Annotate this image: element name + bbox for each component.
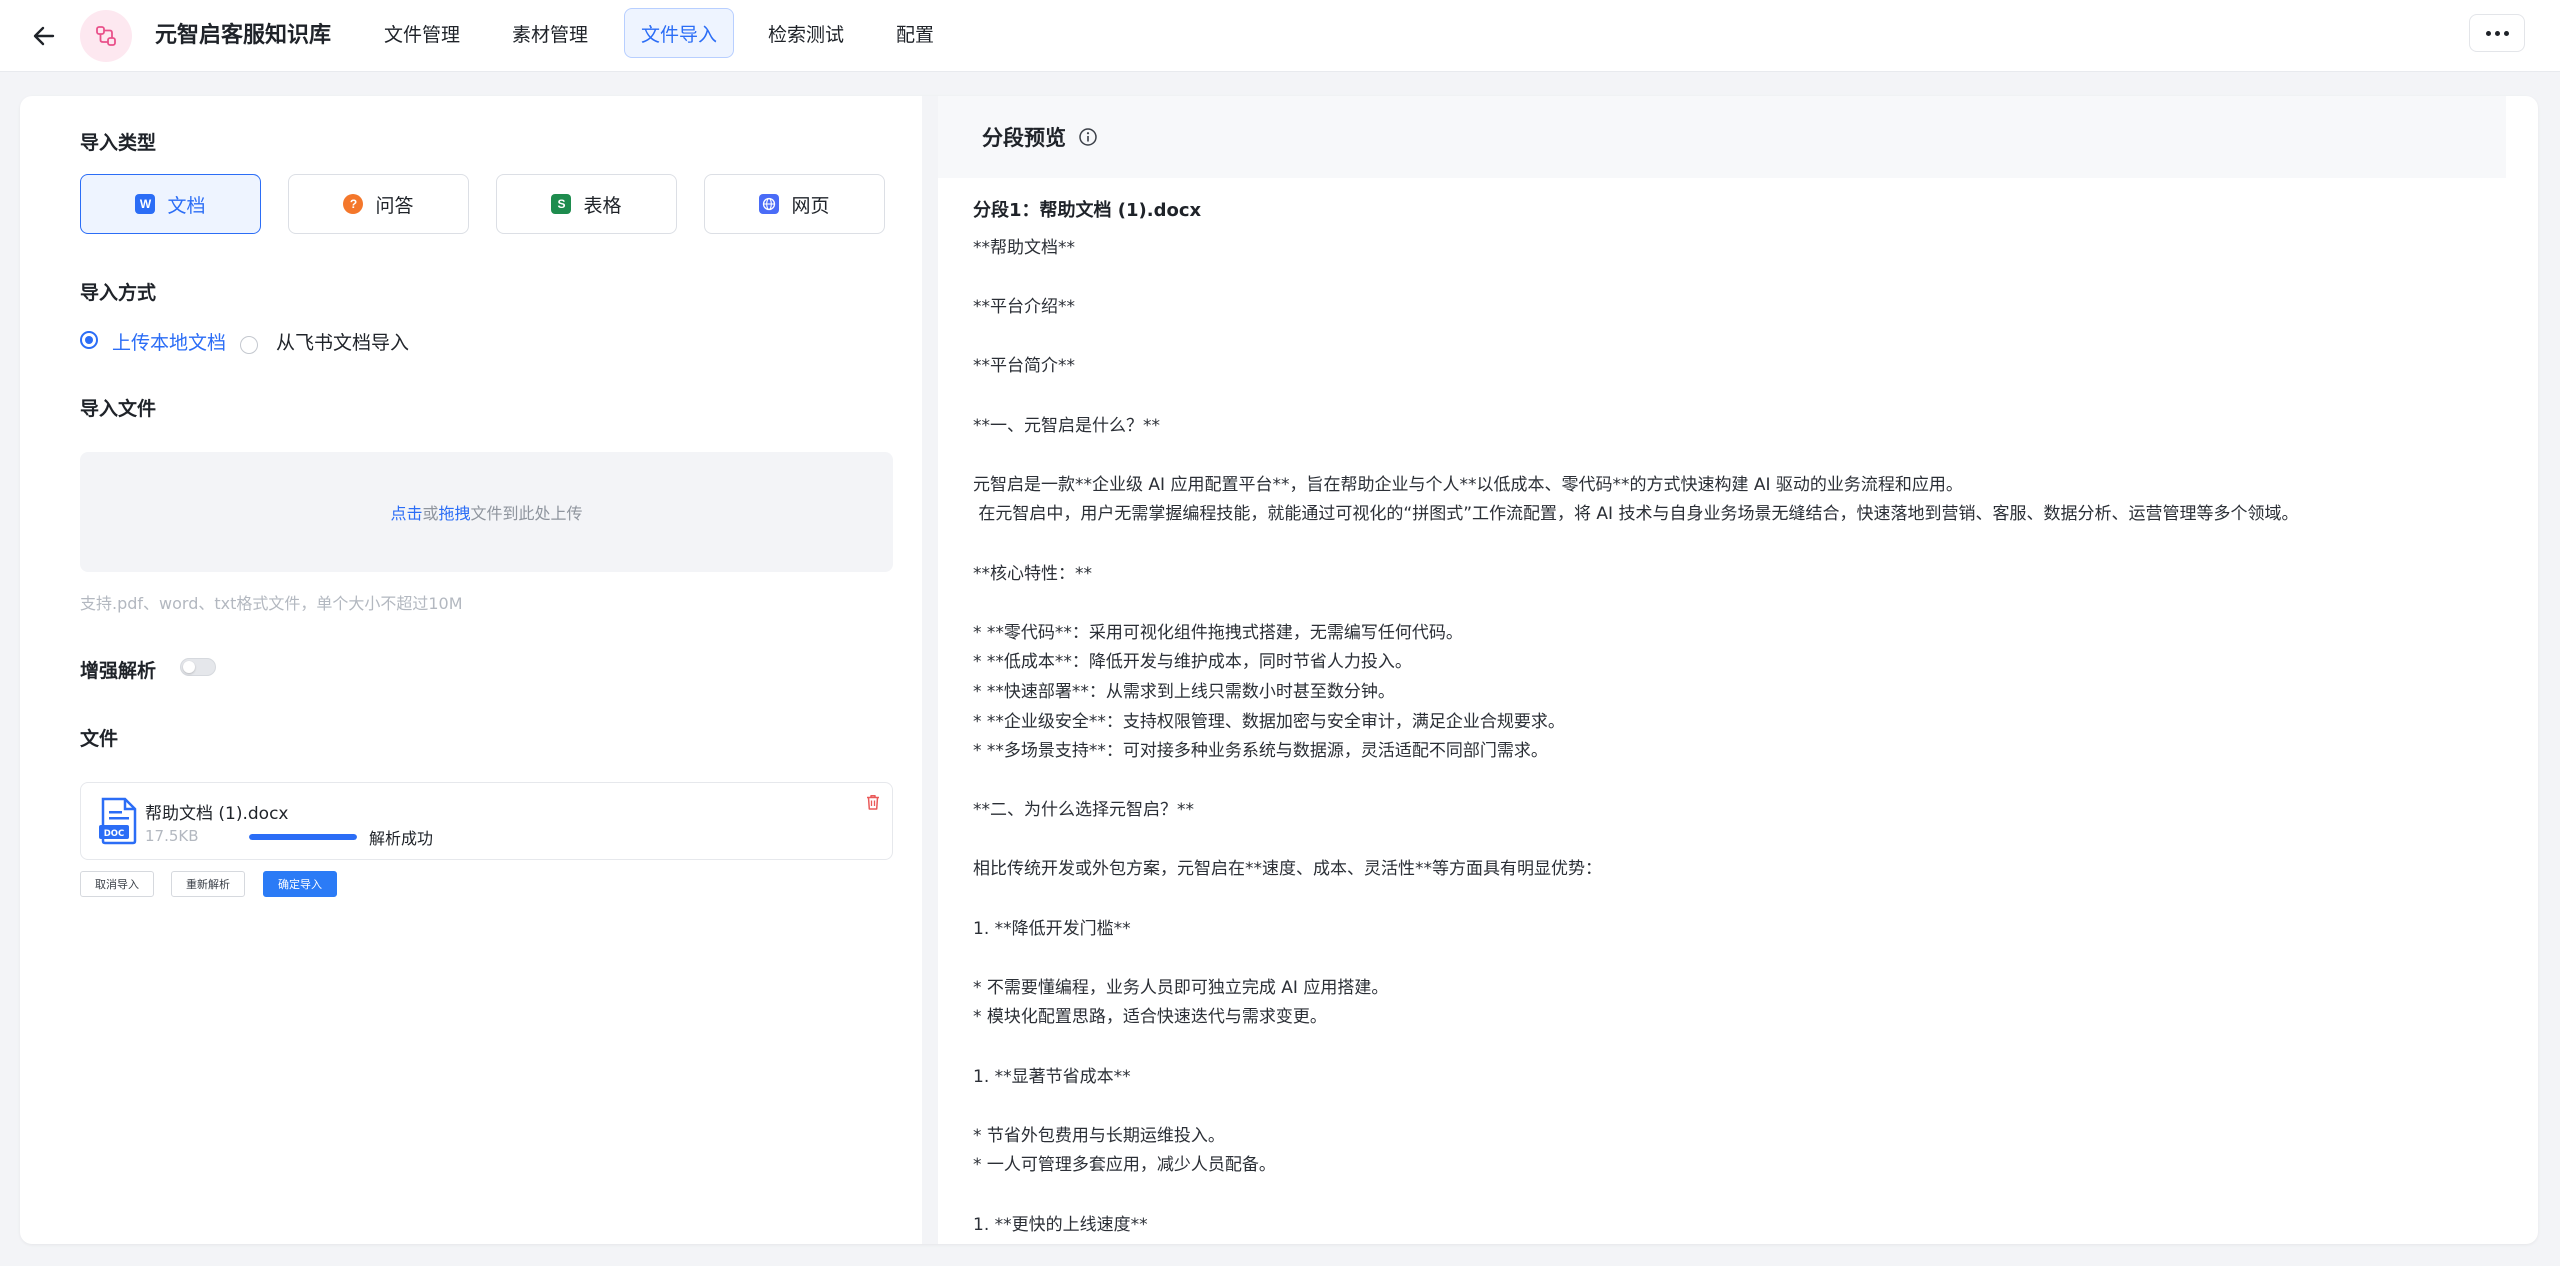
tab-retrieval-test[interactable]: 检索测试 [752,8,860,58]
segment-preview-content: 分段1：帮助文档 (1).docx **帮助文档** **平台介绍** **平台简介… [938,178,2506,1244]
more-dots-icon [2485,30,2491,36]
segment-line [973,441,2493,471]
segment-line [973,885,2493,915]
parse-status: 解析成功 [369,829,434,848]
more-options-button[interactable] [2469,14,2525,52]
enhance-parse-label: 增强解析 [80,660,157,682]
segment-line [973,323,2493,353]
top-bar: 元智启客服知识库 文件管理 素材管理 文件导入 检索测试 配置 [0,0,2560,72]
file-name: 帮助文档 (1).docx [145,804,289,824]
app-logo [80,10,132,62]
type-qa-card[interactable]: ? 问答 [288,174,469,234]
type-sheet-label: 表格 [583,194,622,217]
type-webpage-card[interactable]: 网页 [704,174,885,234]
segment-line: **平台简介** [973,356,1075,377]
svg-text:DOC: DOC [104,829,125,839]
main-card: 导入类型 W 文档 ? 问答 S 表格 网页 导入方式 上传本地文档 从飞书文档… [20,96,2538,1244]
app-title: 元智启客服知识库 [155,23,332,48]
enhance-parse-toggle[interactable] [180,658,216,676]
segment-line: 在元智启中，用户无需掌握编程技能，就能通过可视化的“拼图式”工作流配置，将 AI… [973,504,2299,525]
docx-file-icon: DOC [99,797,137,845]
segment-line [973,1033,2493,1063]
segment-line: 1. **显著节省成本** [973,1066,1131,1087]
segment-line: **核心特性：** [973,563,1092,584]
reparse-button[interactable]: 重新解析 [171,871,245,897]
tab-material-management[interactable]: 素材管理 [496,8,604,58]
segment-line: * 一人可管理多套应用，减少人员配备。 [973,1155,1276,1176]
segment-line: 相比传统开发或外包方案，元智启在**速度、成本、灵活性**等方面具有明显优势： [973,859,1602,880]
segment-line: * **低成本**：降低开发与维护成本，同时节省人力投入。 [973,652,1412,673]
segment-preview-title: 分段预览 [982,126,1066,150]
type-qa-label: 问答 [375,194,414,217]
segment-line [973,767,2493,797]
confirm-import-button[interactable]: 确定导入 [263,871,337,897]
segment-line: 元智启是一款**企业级 AI 应用配置平台**，旨在帮助企业与个人**以低成本、… [973,474,1963,495]
tab-settings[interactable]: 配置 [880,8,950,58]
segment-line [973,382,2493,412]
import-file-label: 导入文件 [80,398,157,420]
segment-line: 1. **降低开发门槛** [973,918,1131,939]
files-label: 文件 [80,728,119,750]
globe-icon [759,194,780,214]
parse-progress-fill [249,834,357,840]
segment-line [973,1181,2493,1211]
upload-hint: 支持.pdf、word、txt格式文件，单个大小不超过10M [80,594,463,613]
segment-line: * **零代码**：采用可视化组件拖拽式搭建，无需编写任何代码。 [973,622,1463,643]
segment-line: **一、元智启是什么？** [973,415,1160,436]
cancel-import-button[interactable]: 取消导入 [80,871,154,897]
type-document-card[interactable]: W 文档 [80,174,261,234]
segment-line: 1. **更快的上线速度** [973,1214,1148,1235]
word-doc-icon: W [135,194,156,214]
segment-line: **帮助文档** [973,238,1075,258]
segment-line: * 不需要懂编程，业务人员即可独立完成 AI 应用搭建。 [973,977,1389,998]
segment-line [973,264,2493,294]
radio-feishu-import[interactable] [240,335,259,354]
qa-icon: ? [343,194,364,214]
segment-line: * **多场景支持**：可对接多种业务系统与数据源，灵活适配不同部门需求。 [973,741,1548,762]
segment-line: * **快速部署**：从需求到上线只需数小时甚至数分钟。 [973,681,1395,702]
delete-icon[interactable] [864,793,882,811]
sheet-icon: S [551,194,572,214]
tab-file-import[interactable]: 文件导入 [624,8,735,58]
tab-file-management[interactable]: 文件管理 [368,8,476,58]
type-document-label: 文档 [167,194,206,217]
segment-line [973,530,2493,560]
file-size: 17.5KB [145,827,199,845]
upload-dropzone[interactable]: 点击 或 拖拽 文件到此处上传 [80,452,893,572]
segment-line [973,1092,2493,1122]
segment-line: * 节省外包费用与长期运维投入。 [973,1125,1225,1146]
segment-line: * 模块化配置思路，适合快速迭代与需求变更。 [973,1007,1327,1028]
segment-title: 分段1：帮助文档 (1).docx [973,200,1202,221]
local-upload-label[interactable]: 上传本地文档 [112,328,226,355]
feishu-import-label[interactable]: 从飞书文档导入 [276,328,409,355]
segment-text: **帮助文档** **平台介绍** **平台简介** **一、元智启是什么？** 元智启… [973,234,2493,1240]
segment-line: **二、为什么选择元智启？** [973,800,1194,821]
import-method-options: 上传本地文档 从飞书文档导入 [80,328,409,355]
type-webpage-label: 网页 [791,194,830,217]
info-icon[interactable] [1078,127,1098,147]
segment-line [973,826,2493,856]
import-method-label: 导入方式 [80,282,157,304]
file-item: DOC 帮助文档 (1).docx 17.5KB 解析成功 [80,782,893,860]
import-type-label: 导入类型 [80,132,157,154]
import-settings-panel: 导入类型 W 文档 ? 问答 S 表格 网页 导入方式 上传本地文档 从飞书文档… [20,96,922,1244]
parse-progress-bar [249,834,357,840]
back-arrow-icon[interactable] [28,20,60,52]
segment-preview-header: 分段预览 [938,96,2506,178]
segment-preview-panel: 分段预览 分段1：帮助文档 (1).docx **帮助文档** **平台介绍** *… [938,96,2538,1244]
drag-upload-link[interactable]: 拖拽 [439,500,471,524]
segment-line: **平台介绍** [973,297,1075,318]
click-upload-link[interactable]: 点击 [390,500,422,524]
panel-divider [922,96,938,1244]
type-sheet-card[interactable]: S 表格 [496,174,677,234]
segment-line [973,944,2493,974]
segment-line: * **企业级安全**：支持权限管理、数据加密与安全审计，满足企业合规要求。 [973,711,1565,732]
radio-local-upload[interactable] [80,330,98,349]
segment-line [973,589,2493,619]
